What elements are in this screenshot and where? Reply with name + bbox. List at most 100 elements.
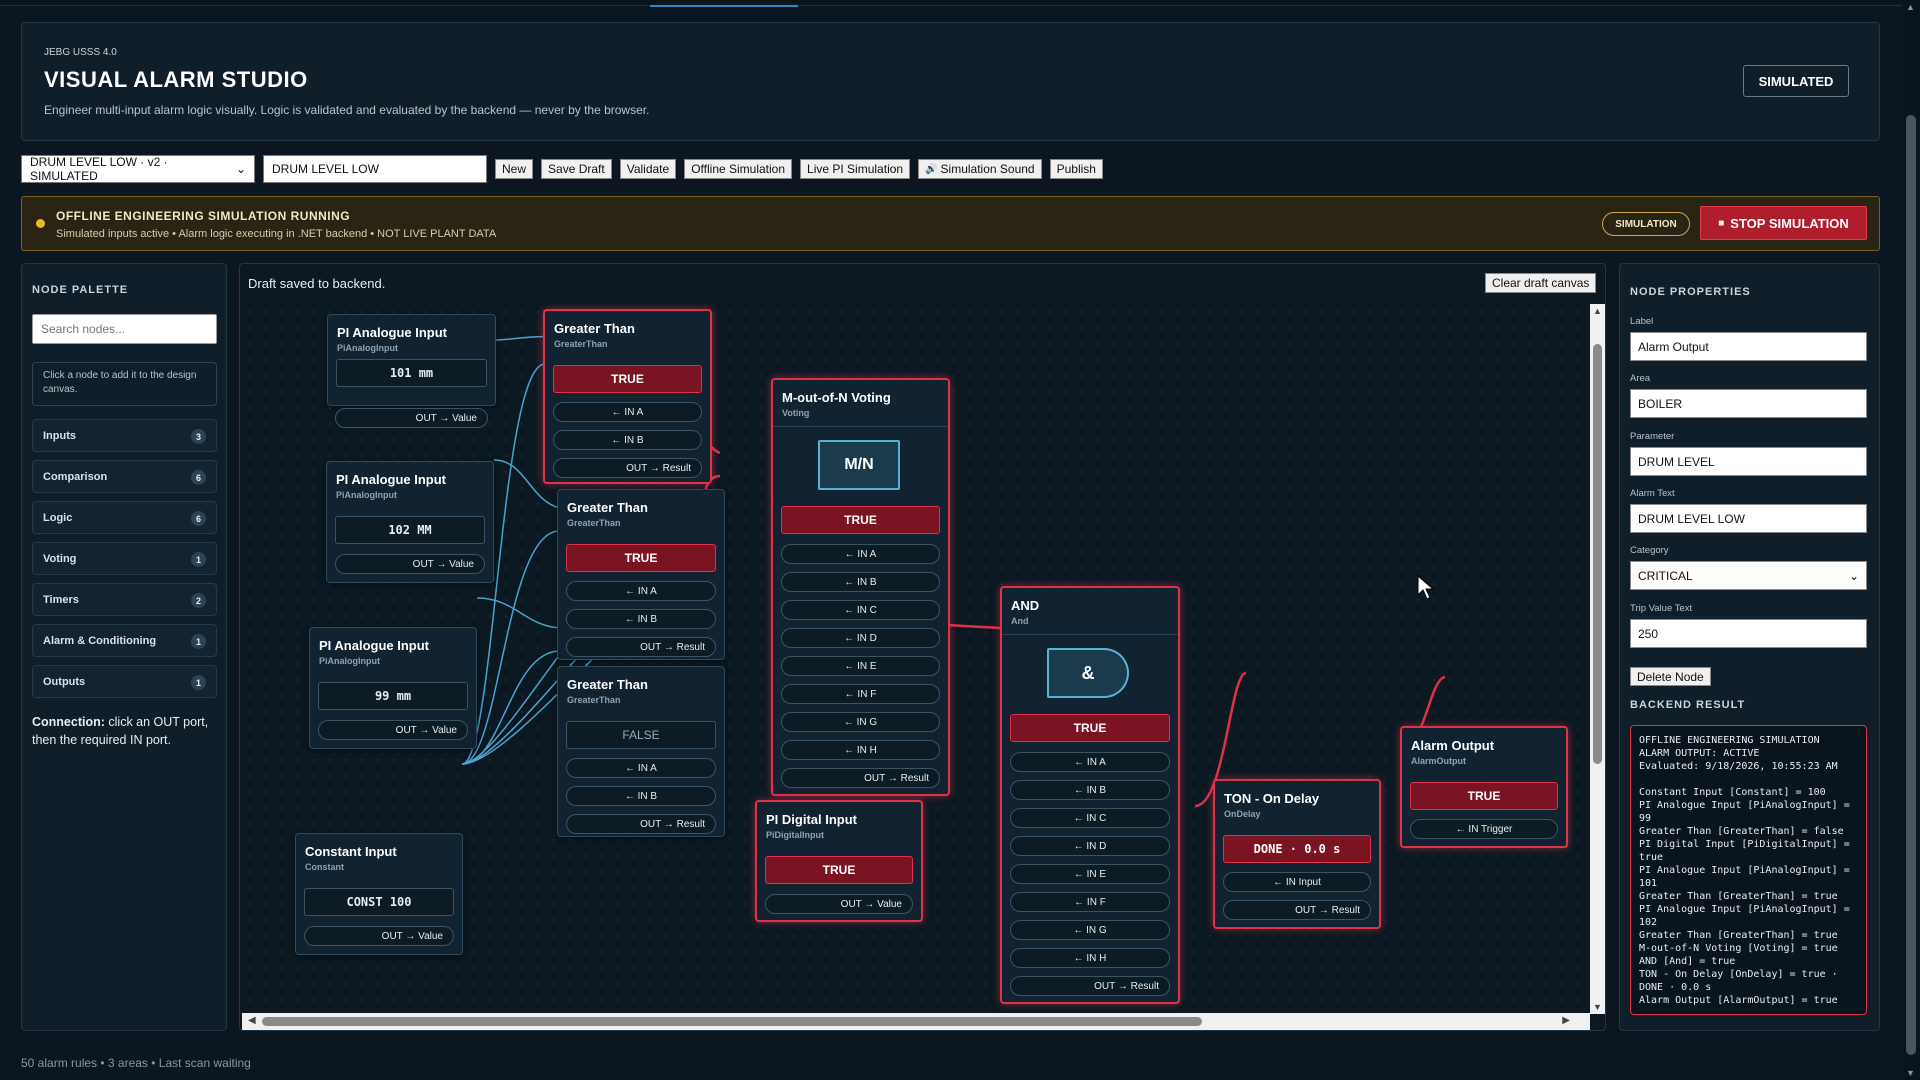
scroll-down-icon[interactable]: ▼ xyxy=(1593,1002,1602,1012)
port-out[interactable]: OUT → Result xyxy=(566,814,716,834)
app-kicker: JEBG USSS 4.0 xyxy=(44,47,117,58)
app-header: JEBG USSS 4.0 VISUAL ALARM STUDIO Engine… xyxy=(21,22,1880,141)
banner-detail: Simulated inputs active • Alarm logic ex… xyxy=(56,228,497,240)
scroll-up-icon[interactable]: ▲ xyxy=(1593,306,1602,316)
label-field[interactable]: Alarm Output xyxy=(1630,332,1867,361)
page-scrollbar-thumb[interactable] xyxy=(1906,115,1916,1055)
port-in-c[interactable]: ← IN C xyxy=(1010,808,1170,828)
rule-select[interactable]: DRUM LEVEL LOW · v2 · SIMULATED ⌄ xyxy=(21,155,255,183)
category-label: Logic xyxy=(43,511,73,524)
port-in-b[interactable]: ← IN B xyxy=(781,572,940,592)
port-in-c[interactable]: ← IN C xyxy=(781,600,940,620)
port-in-b[interactable]: ← IN B xyxy=(553,430,702,450)
delete-node-button[interactable]: Delete Node xyxy=(1630,667,1711,686)
port-in-d[interactable]: ← IN D xyxy=(1010,836,1170,856)
port-in-h[interactable]: ← IN H xyxy=(781,740,940,760)
search-nodes-input[interactable]: Search nodes... xyxy=(32,314,217,344)
port-out[interactable]: OUT → Value xyxy=(318,720,468,740)
node-pi-digital-input[interactable]: PI Digital Input PiDigitalInput TRUE OUT… xyxy=(755,800,923,922)
alarm-text-field[interactable]: DRUM LEVEL LOW xyxy=(1630,504,1867,533)
port-in-f[interactable]: ← IN F xyxy=(781,684,940,704)
port-out[interactable]: OUT → Value xyxy=(335,408,488,428)
port-in-d[interactable]: ← IN D xyxy=(781,628,940,648)
node-pi-analogue-input-3[interactable]: PI Analogue Input PiAnalogInput 99 mm OU… xyxy=(309,627,477,749)
trip-value-field[interactable]: 250 xyxy=(1630,619,1867,648)
node-pi-analogue-input-2[interactable]: PI Analogue Input PiAnalogInput 102 MM O… xyxy=(326,461,494,583)
area-field[interactable]: BOILER xyxy=(1630,389,1867,418)
port-out[interactable]: OUT → Result xyxy=(553,458,702,478)
node-alarm-output[interactable]: Alarm Output AlarmOutput TRUE ← IN Trigg… xyxy=(1400,726,1568,848)
validate-button[interactable]: Validate xyxy=(619,159,677,179)
publish-button[interactable]: Publish xyxy=(1049,159,1103,179)
live-pi-simulation-button[interactable]: Live PI Simulation xyxy=(800,159,911,179)
canvas-vertical-scrollbar[interactable]: ▲ ▼ xyxy=(1590,304,1605,1014)
port-out[interactable]: OUT → Result xyxy=(1010,976,1170,996)
port-in-a[interactable]: ← IN A xyxy=(1010,752,1170,772)
node-constant-input[interactable]: Constant Input Constant CONST 100 OUT → … xyxy=(295,833,463,955)
palette-category-logic[interactable]: Logic 6 xyxy=(32,501,217,534)
stop-icon: ■ xyxy=(1718,217,1725,229)
node-value: TRUE xyxy=(553,365,702,393)
page-subtitle: Engineer multi-input alarm logic visuall… xyxy=(44,103,650,117)
palette-category-timers[interactable]: Timers 2 xyxy=(32,583,217,616)
node-and[interactable]: AND And & TRUE ← IN A ← IN B ← IN C ← IN… xyxy=(1000,586,1180,1004)
port-out[interactable]: OUT → Result xyxy=(781,768,940,788)
palette-category-alarm-conditioning[interactable]: Alarm & Conditioning 1 xyxy=(32,624,217,657)
node-type: OnDelay xyxy=(1224,809,1261,819)
page-scrollbar[interactable]: ▲ ▼ xyxy=(1902,0,1920,1080)
port-in-g[interactable]: ← IN G xyxy=(1010,920,1170,940)
node-voting[interactable]: M-out-of-N Voting Voting M/N TRUE ← IN A… xyxy=(771,378,950,796)
clear-canvas-button[interactable]: Clear draft canvas xyxy=(1485,273,1597,293)
port-in-a[interactable]: ← IN A xyxy=(553,402,702,422)
port-in-e[interactable]: ← IN E xyxy=(1010,864,1170,884)
node-greater-than-1[interactable]: Greater Than GreaterThan TRUE ← IN A ← I… xyxy=(543,309,712,484)
port-out[interactable]: OUT → Result xyxy=(1223,900,1371,920)
mode-badge: SIMULATED xyxy=(1743,65,1849,97)
canvas-vertical-thumb[interactable] xyxy=(1593,344,1602,764)
node-greater-than-3[interactable]: Greater Than GreaterThan FALSE ← IN A ← … xyxy=(557,666,725,837)
scroll-left-icon[interactable]: ◀ xyxy=(248,1015,256,1026)
offline-simulation-button[interactable]: Offline Simulation xyxy=(684,159,793,179)
node-type: PiAnalogInput xyxy=(336,490,397,500)
banner-title: OFFLINE ENGINEERING SIMULATION RUNNING xyxy=(56,209,351,223)
port-in-e[interactable]: ← IN E xyxy=(781,656,940,676)
port-in-b[interactable]: ← IN B xyxy=(566,786,716,806)
port-in-input[interactable]: ← IN Input xyxy=(1223,872,1371,892)
port-out[interactable]: OUT → Value xyxy=(304,926,454,946)
port-out[interactable]: OUT → Result xyxy=(566,637,716,657)
canvas-horizontal-thumb[interactable] xyxy=(262,1017,1202,1026)
node-divider xyxy=(773,426,948,427)
scroll-up-icon[interactable]: ▲ xyxy=(1906,2,1915,12)
port-in-a[interactable]: ← IN A xyxy=(781,544,940,564)
node-ton-on-delay[interactable]: TON - On Delay OnDelay DONE · 0.0 s ← IN… xyxy=(1213,779,1381,929)
node-value: TRUE xyxy=(1010,714,1170,742)
save-draft-button[interactable]: Save Draft xyxy=(541,159,612,179)
node-greater-than-2[interactable]: Greater Than GreaterThan TRUE ← IN A ← I… xyxy=(557,489,725,660)
port-in-b[interactable]: ← IN B xyxy=(566,609,716,629)
design-canvas[interactable]: Draft saved to backend. Clear draft canv… xyxy=(239,263,1606,1031)
palette-category-comparison[interactable]: Comparison 6 xyxy=(32,460,217,493)
port-in-b[interactable]: ← IN B xyxy=(1010,780,1170,800)
stop-simulation-button[interactable]: ■ STOP SIMULATION xyxy=(1700,206,1867,240)
category-select[interactable]: CRITICAL ⌄ xyxy=(1630,561,1867,590)
port-in-a[interactable]: ← IN A xyxy=(566,581,716,601)
palette-category-inputs[interactable]: Inputs 3 xyxy=(32,419,217,452)
port-out[interactable]: OUT → Value xyxy=(765,894,913,914)
palette-category-voting[interactable]: Voting 1 xyxy=(32,542,217,575)
port-in-g[interactable]: ← IN G xyxy=(781,712,940,732)
new-button[interactable]: New xyxy=(495,159,534,179)
category-label: Voting xyxy=(43,552,77,565)
port-in-h[interactable]: ← IN H xyxy=(1010,948,1170,968)
parameter-field-label: Parameter xyxy=(1630,431,1675,442)
port-in-f[interactable]: ← IN F xyxy=(1010,892,1170,912)
rule-name-input[interactable]: DRUM LEVEL LOW xyxy=(263,155,487,183)
port-in-trigger[interactable]: ← IN Trigger xyxy=(1410,819,1558,839)
scroll-down-icon[interactable]: ▼ xyxy=(1906,1068,1915,1078)
scroll-right-icon[interactable]: ▶ xyxy=(1562,1015,1570,1026)
canvas-horizontal-scrollbar[interactable]: ◀ ▶ xyxy=(242,1013,1590,1030)
palette-category-outputs[interactable]: Outputs 1 xyxy=(32,665,217,698)
port-out[interactable]: OUT → Value xyxy=(335,554,485,574)
port-in-a[interactable]: ← IN A xyxy=(566,758,716,778)
simulation-sound-button[interactable]: 🔊 Simulation Sound xyxy=(918,159,1042,179)
parameter-field[interactable]: DRUM LEVEL xyxy=(1630,447,1867,476)
